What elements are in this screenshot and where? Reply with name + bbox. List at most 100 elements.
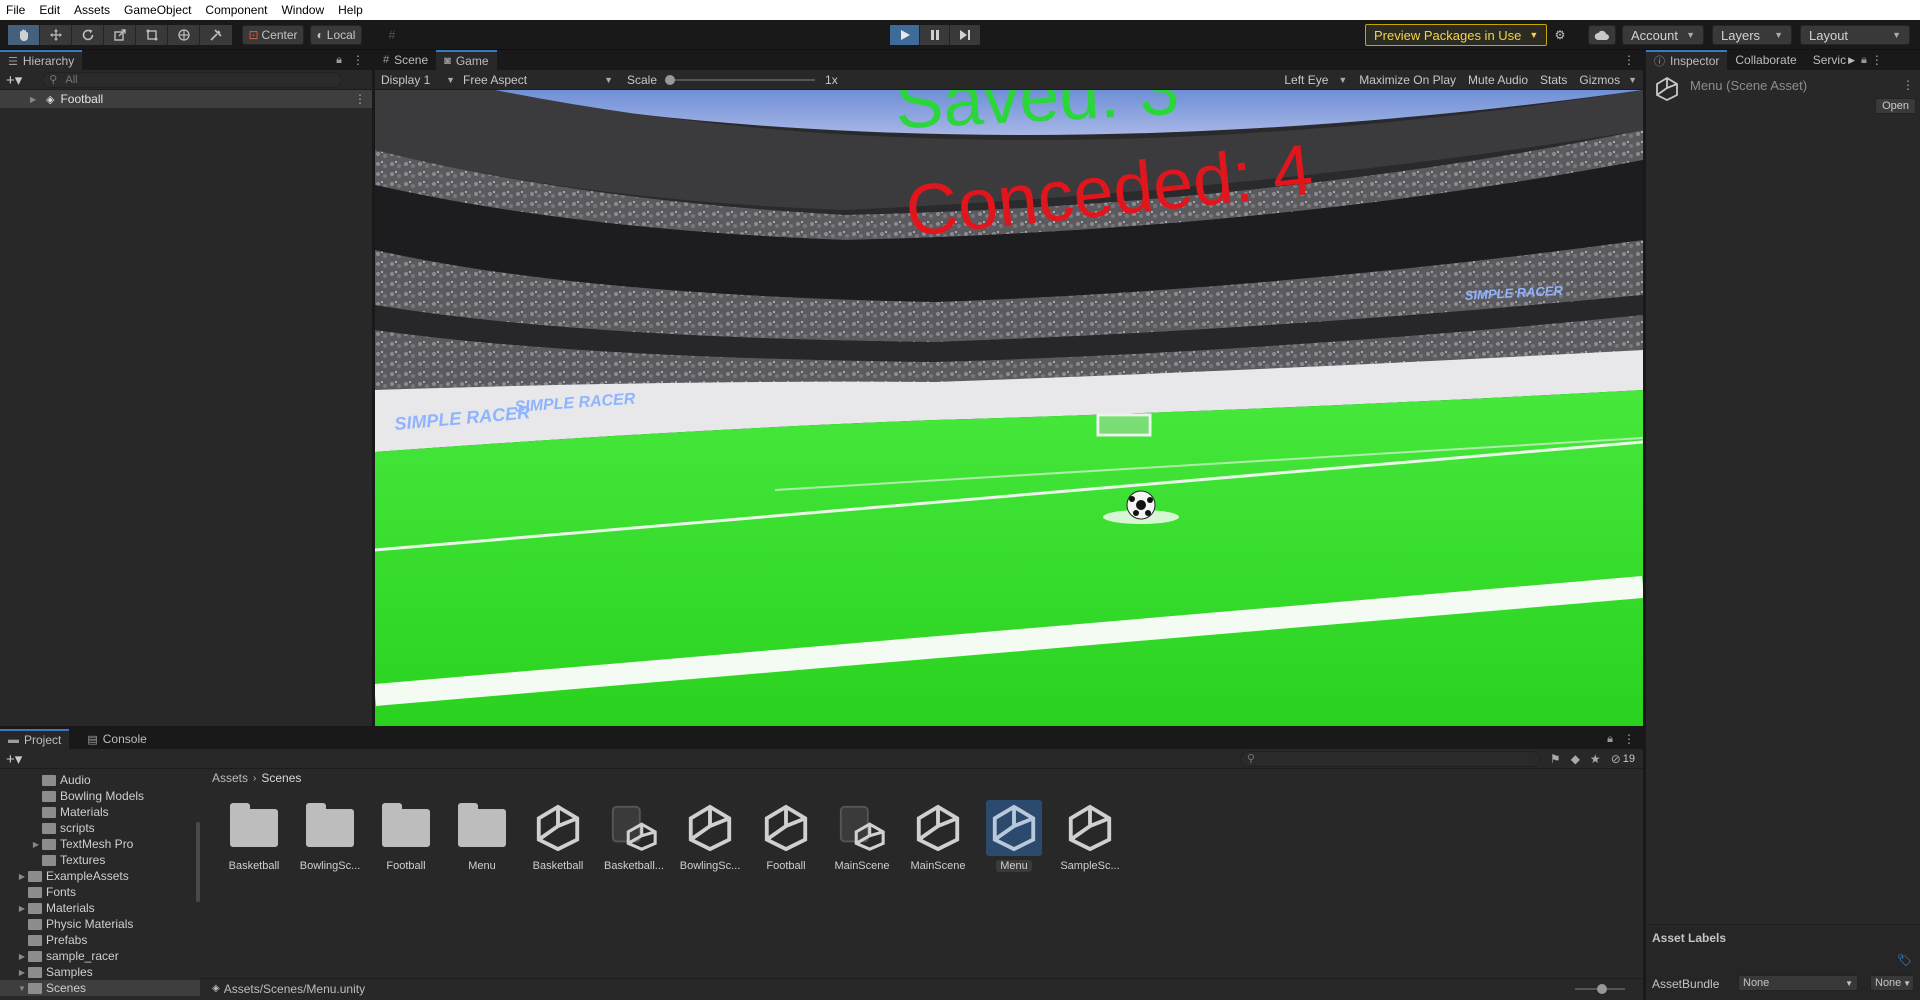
- hand-tool-icon[interactable]: [8, 25, 40, 45]
- asset-item[interactable]: Basketball...: [596, 800, 672, 872]
- eye-dropdown[interactable]: Left Eye ▼: [1284, 73, 1347, 87]
- asset-item[interactable]: BowlingSc...: [292, 800, 368, 872]
- filter-by-type-icon[interactable]: ⚑: [1550, 752, 1561, 766]
- preview-packages-button[interactable]: Preview Packages in Use ▼: [1365, 24, 1548, 46]
- hidden-packages-icon[interactable]: ⊘: [1611, 752, 1621, 766]
- tree-item-selected[interactable]: ▼ Scenes: [0, 980, 200, 996]
- add-icon[interactable]: +▾: [6, 750, 22, 768]
- account-dropdown[interactable]: Account ▼: [1622, 25, 1704, 45]
- more-options-icon[interactable]: ⋮: [354, 92, 366, 106]
- tree-item[interactable]: Bowling Models: [30, 788, 144, 804]
- asset-item[interactable]: Basketball: [216, 800, 292, 872]
- expand-arrow-icon[interactable]: ▶: [16, 872, 28, 881]
- tree-item[interactable]: ▶ TextMesh Pro: [30, 836, 133, 852]
- asset-item[interactable]: Basketball: [520, 800, 596, 872]
- tab-collaborate[interactable]: Collaborate: [1727, 50, 1804, 70]
- more-options-icon[interactable]: ⋮: [1902, 78, 1914, 92]
- rect-tool-icon[interactable]: [136, 25, 168, 45]
- tree-item[interactable]: scripts: [30, 820, 95, 836]
- asset-item[interactable]: Football: [748, 800, 824, 872]
- asset-item[interactable]: BowlingSc...: [672, 800, 748, 872]
- mute-audio-toggle[interactable]: Mute Audio: [1468, 73, 1528, 87]
- asset-bundle-dropdown[interactable]: None ▼: [1738, 975, 1858, 991]
- breadcrumb-assets[interactable]: Assets: [212, 771, 248, 785]
- tree-item[interactable]: Audio: [30, 772, 91, 788]
- menu-help[interactable]: Help: [338, 3, 363, 17]
- tree-item[interactable]: Physic Materials: [16, 916, 133, 932]
- game-view[interactable]: SIMPLE RACER SIMPLE RACER SIMPLE RACER S…: [375, 90, 1643, 726]
- expand-arrow-icon[interactable]: ▶: [30, 840, 42, 849]
- asset-item[interactable]: MainScene: [900, 800, 976, 872]
- expand-arrow-icon[interactable]: ▶: [16, 904, 28, 913]
- asset-item[interactable]: SampleSc...: [1052, 800, 1128, 872]
- move-tool-icon[interactable]: [40, 25, 72, 45]
- tab-hierarchy[interactable]: ☰ Hierarchy: [0, 50, 83, 70]
- space-toggle[interactable]: ◐ Local: [310, 25, 362, 45]
- menu-gameobject[interactable]: GameObject: [124, 3, 191, 17]
- pause-icon[interactable]: [920, 25, 950, 45]
- aspect-dropdown[interactable]: Free Aspect ▼: [463, 73, 613, 87]
- tree-item[interactable]: ▶ sample_racer: [16, 948, 119, 964]
- cloud-icon[interactable]: [1588, 25, 1616, 45]
- layers-dropdown[interactable]: Layers ▼: [1712, 25, 1792, 45]
- tree-item[interactable]: Fonts: [16, 884, 76, 900]
- open-button[interactable]: Open: [1875, 98, 1916, 114]
- stats-toggle[interactable]: Stats: [1540, 73, 1567, 87]
- gizmos-toggle[interactable]: Gizmos: [1579, 73, 1620, 87]
- filter-by-label-icon[interactable]: ◆: [1571, 752, 1580, 766]
- asset-item[interactable]: Menu: [444, 800, 520, 872]
- more-options-icon[interactable]: ⋮: [352, 50, 364, 70]
- scale-tool-icon[interactable]: [104, 25, 136, 45]
- expand-arrow-icon[interactable]: ▼: [16, 984, 28, 993]
- snap-grid-icon[interactable]: #: [380, 25, 404, 45]
- menu-window[interactable]: Window: [281, 3, 324, 17]
- expand-arrow-icon[interactable]: ▶: [16, 968, 28, 977]
- menu-edit[interactable]: Edit: [39, 3, 60, 17]
- expand-arrow-icon[interactable]: ▶: [16, 952, 28, 961]
- lock-icon[interactable]: 🔒︎: [336, 50, 342, 70]
- chevron-down-icon[interactable]: ▼: [1628, 75, 1637, 85]
- custom-tool-icon[interactable]: [200, 25, 232, 45]
- step-icon[interactable]: [950, 25, 980, 45]
- asset-item[interactable]: MainScene: [824, 800, 900, 872]
- breadcrumb-scenes[interactable]: Scenes: [261, 771, 301, 785]
- project-search-input[interactable]: ⚲: [1239, 750, 1540, 767]
- transform-tool-icon[interactable]: [168, 25, 200, 45]
- tab-console[interactable]: ▤ Console: [79, 729, 154, 749]
- play-icon[interactable]: [890, 25, 920, 45]
- tab-inspector[interactable]: ⓘ Inspector: [1646, 50, 1728, 70]
- lock-icon[interactable]: 🔒︎: [1861, 50, 1867, 70]
- asset-item[interactable]: Football: [368, 800, 444, 872]
- scale-slider[interactable]: [665, 74, 816, 85]
- rotate-tool-icon[interactable]: [72, 25, 104, 45]
- tree-item[interactable]: Prefabs: [16, 932, 87, 948]
- display-dropdown[interactable]: Display 1 ▼: [381, 73, 455, 87]
- tab-game[interactable]: ◙ Game: [436, 50, 497, 70]
- tree-item[interactable]: ▶ Samples: [16, 964, 93, 980]
- scale-slider-handle[interactable]: [665, 74, 676, 85]
- pivot-toggle[interactable]: ⊡ Center: [242, 25, 304, 45]
- tab-scene[interactable]: # Scene: [375, 50, 436, 70]
- hierarchy-scene-row[interactable]: ▶ ◈ Football ⋮: [0, 90, 372, 108]
- menu-file[interactable]: File: [6, 3, 25, 17]
- tree-item[interactable]: ▶ ExampleAssets: [16, 868, 129, 884]
- asset-item-selected[interactable]: Menu: [976, 800, 1052, 875]
- lock-icon[interactable]: 🔒︎: [1607, 729, 1613, 749]
- tree-item[interactable]: ▶ Materials: [16, 900, 95, 916]
- icon-size-slider[interactable]: [1575, 983, 1625, 994]
- maximize-on-play-toggle[interactable]: Maximize On Play: [1359, 73, 1456, 87]
- more-options-icon[interactable]: ⋮: [1623, 729, 1635, 749]
- menu-component[interactable]: Component: [205, 3, 267, 17]
- layout-dropdown[interactable]: Layout ▼: [1800, 25, 1910, 45]
- icon-size-slider-handle[interactable]: [1597, 983, 1607, 994]
- tag-icon[interactable]: 🏷︎: [1897, 953, 1912, 967]
- menu-assets[interactable]: Assets: [74, 3, 110, 17]
- hierarchy-search-input[interactable]: ⚲ All: [42, 71, 343, 88]
- gear-icon[interactable]: ⚙: [1548, 25, 1572, 45]
- tab-project[interactable]: ▬ Project: [0, 729, 70, 749]
- tree-item[interactable]: Textures: [30, 852, 105, 868]
- asset-variant-dropdown[interactable]: None ▼: [1870, 975, 1914, 991]
- more-options-icon[interactable]: ⋮: [1623, 50, 1635, 70]
- more-options-icon[interactable]: ⋮: [1871, 50, 1883, 70]
- tree-item[interactable]: Materials: [30, 804, 109, 820]
